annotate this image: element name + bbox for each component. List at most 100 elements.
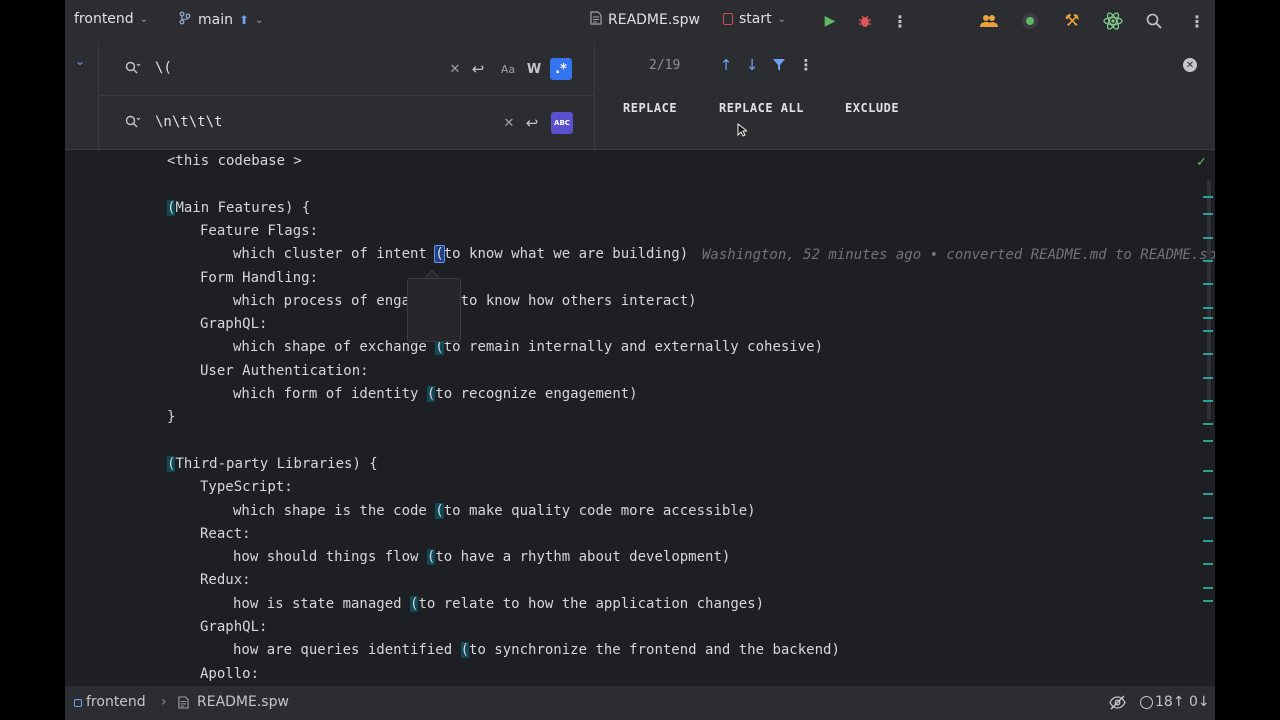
code-text: to recognize engagement)	[435, 386, 638, 402]
breadcrumb-file[interactable]: README.spw	[197, 694, 289, 710]
exclude-button[interactable]: EXCLUDE	[835, 96, 909, 120]
code-line: React:	[200, 523, 251, 546]
match-marker	[1203, 330, 1213, 332]
match-case-toggle[interactable]: Aa	[497, 58, 519, 80]
file-tab[interactable]: README.spw	[590, 11, 700, 29]
vcs-commits-status[interactable]: 18↑ 0↓	[1155, 694, 1210, 710]
code-text: User Authentication:	[200, 362, 369, 379]
find-replace-panel: ⌄ \( ✕ ↩ Aa W .* \n\t\t\t ✕ ↩ ABC 2/19 ↑…	[65, 42, 1215, 150]
code-text: Third-party Libraries) {	[175, 455, 378, 472]
code-line: (Main Features) {	[167, 197, 310, 220]
match-marker	[1203, 196, 1213, 198]
code-line: }	[167, 406, 175, 429]
preserve-case-toggle[interactable]: ABC	[551, 112, 573, 134]
code-with-me-icon[interactable]	[978, 10, 1000, 32]
match-marker	[1203, 540, 1213, 542]
run-config-label: start	[739, 11, 772, 27]
match-marker	[1203, 423, 1213, 425]
match-marker	[1203, 377, 1213, 379]
code-editor[interactable]: <this codebase > (Main Features) {Feature…	[65, 150, 1215, 686]
more-vertical-icon[interactable]: ⋮	[796, 55, 816, 75]
code-text: Main Features) {	[175, 199, 311, 216]
find-replace-inputs: ⌄ \( ✕ ↩ Aa W .* \n\t\t\t ✕ ↩ ABC	[65, 42, 595, 150]
debug-icon[interactable]	[854, 10, 876, 32]
mouse-cursor-icon	[737, 122, 749, 141]
code-text: <this codebase >	[167, 153, 302, 169]
match-marker	[1203, 440, 1213, 442]
code-line: how is state managed (to relate to how t…	[233, 593, 764, 616]
code-text: React:	[200, 525, 251, 542]
search-input[interactable]: \(	[155, 60, 172, 76]
title-bar: frontend ⌄ main ⬆ ⌄ README.spw start ⌄ ▶…	[65, 0, 1215, 42]
clear-replace-icon[interactable]: ✕	[498, 112, 520, 134]
regex-toggle[interactable]: .*	[550, 58, 572, 80]
branch-selector[interactable]: main ⬆ ⌄	[178, 11, 263, 29]
search-history-icon[interactable]	[125, 60, 141, 79]
code-text: to make quality code more accessible)	[443, 502, 756, 519]
replace-all-button[interactable]: REPLACE ALL	[709, 96, 814, 120]
code-text: which shape is the code	[233, 502, 436, 519]
breadcrumb-project[interactable]: frontend	[86, 694, 146, 710]
code-text: Feature Flags:	[200, 222, 319, 239]
run-config-icon	[723, 13, 733, 25]
search-match: (	[435, 502, 444, 519]
new-line-icon[interactable]: ↩	[467, 58, 489, 80]
whole-words-toggle[interactable]: W	[523, 58, 545, 80]
code-line: Redux:	[200, 569, 251, 592]
more-vertical-icon[interactable]: ⋮	[889, 10, 911, 32]
chevron-right-icon: ›	[161, 694, 167, 710]
match-marker	[1203, 213, 1213, 215]
code-text: which cluster of intent	[233, 246, 436, 263]
inspection-ok-icon[interactable]: ✓	[1196, 155, 1207, 170]
clear-search-icon[interactable]: ✕	[444, 58, 466, 80]
arrow-up-icon[interactable]: ↑	[716, 55, 736, 75]
editor-scrollbar[interactable]	[1207, 180, 1211, 420]
match-marker	[1203, 317, 1213, 319]
code-line: User Authentication:	[200, 360, 369, 383]
collapse-chevron-icon[interactable]: ⌄	[75, 54, 85, 68]
match-marker	[1203, 470, 1213, 472]
project-selector[interactable]: frontend ⌄	[74, 11, 148, 27]
filter-icon[interactable]	[769, 55, 789, 75]
code-text: to remain internally and externally cohe…	[443, 339, 824, 356]
hide-notifications-icon[interactable]	[1109, 695, 1126, 714]
new-line-icon[interactable]: ↩	[521, 112, 543, 134]
status-indicator-icon[interactable]	[1019, 10, 1041, 32]
run-config-selector[interactable]: start ⌄	[723, 11, 786, 27]
replace-input[interactable]: \n\t\t\t	[155, 114, 222, 130]
code-line: which cluster of intent (to know what we…	[233, 243, 688, 266]
match-marker	[1203, 600, 1213, 602]
code-line: which form of identity (to recognize eng…	[233, 383, 638, 406]
git-blame-annotation: Washington, 52 minutes ago • converted R…	[702, 247, 1215, 263]
arrow-down-icon[interactable]: ↓	[742, 55, 762, 75]
match-marker	[1203, 260, 1213, 262]
replace-history-icon[interactable]	[125, 114, 141, 133]
main-menu-icon[interactable]: ⋮	[1186, 10, 1208, 32]
code-line: how are queries identified (to synchroni…	[233, 639, 840, 662]
close-icon[interactable]: ✕	[1183, 58, 1197, 72]
match-marker	[1203, 307, 1213, 309]
code-line: (Third-party Libraries) {	[167, 453, 378, 476]
replace-button[interactable]: REPLACE	[613, 96, 687, 120]
code-text: which shape of exchange	[233, 339, 436, 356]
tooltip-popup	[407, 278, 461, 342]
code-text: to know what we are building)	[443, 246, 689, 263]
code-text: TypeScript:	[200, 479, 293, 496]
project-name: frontend	[74, 11, 134, 27]
code-text: GraphQL:	[200, 316, 268, 333]
branch-name: main	[198, 12, 233, 28]
file-icon	[590, 11, 602, 29]
code-text: how is state managed	[233, 595, 411, 612]
file-icon	[178, 696, 189, 713]
run-icon[interactable]: ▶	[819, 10, 841, 32]
atom-plugin-icon[interactable]	[1102, 10, 1124, 32]
search-row: \( ✕ ↩ Aa W .*	[99, 42, 595, 96]
code-text: }	[167, 409, 176, 426]
search-match: (	[460, 642, 470, 659]
match-marker	[1203, 283, 1213, 285]
code-line: TypeScript:	[200, 476, 293, 499]
search-everywhere-icon[interactable]	[1143, 10, 1165, 32]
match-marker	[1203, 493, 1213, 495]
build-tools-icon[interactable]: ⚒	[1061, 10, 1083, 32]
find-results-controls: 2/19 ↑ ↓ ⋮ REPLACE REPLACE ALL EXCLUDE ✕	[595, 42, 1215, 150]
